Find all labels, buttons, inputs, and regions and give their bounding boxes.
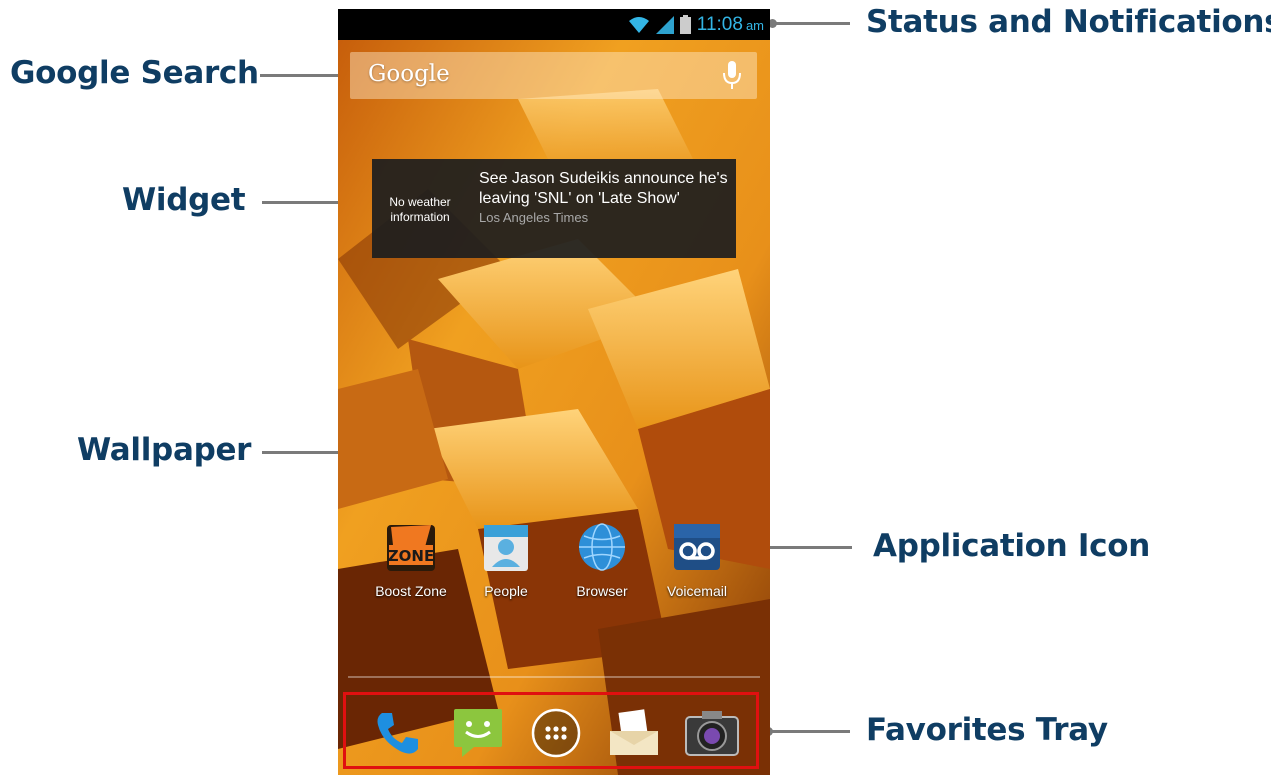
messaging-icon [454, 709, 502, 757]
email-icon [610, 709, 658, 755]
phone-icon [377, 713, 418, 754]
app-drawer-icon [531, 708, 581, 758]
callout-wallpaper: Wallpaper [77, 432, 252, 468]
favorites-tray [343, 692, 759, 769]
status-clock: 11:08 am [697, 14, 764, 36]
camera-icon [685, 711, 739, 756]
widget-source: Los Angeles Times [479, 210, 589, 225]
status-bar[interactable]: 11:08 am [338, 9, 770, 40]
google-search-label: Google [368, 61, 450, 87]
people-icon [484, 525, 528, 571]
browser-icon [579, 523, 625, 571]
app-boost-zone[interactable]: ZONE Boost Zone [363, 521, 459, 599]
callout-line-favorites [768, 730, 850, 733]
app-label-voicemail: Voicemail [667, 583, 727, 599]
news-weather-widget[interactable]: No weather information See Jason Sudeiki… [372, 159, 736, 258]
wallpaper [338, 9, 770, 775]
app-voicemail[interactable]: Voicemail [649, 521, 745, 599]
voicemail-icon [674, 524, 720, 570]
wifi-icon [628, 16, 649, 33]
callout-app-icon: Application Icon [873, 528, 1151, 564]
app-label-people: People [484, 583, 528, 599]
tray-divider [348, 676, 760, 678]
boost-zone-icon: ZONE [387, 525, 435, 571]
app-label-boost-zone: Boost Zone [375, 583, 447, 599]
svg-text:ZONE: ZONE [388, 547, 434, 565]
signal-icon [655, 15, 674, 34]
battery-icon [679, 15, 691, 34]
widget-headline: See Jason Sudeikis announce he's leaving… [479, 170, 728, 207]
tray-phone[interactable] [372, 707, 424, 764]
widget-weather-text: No weather information [389, 195, 451, 224]
google-search-bar[interactable]: Google [350, 52, 757, 99]
clock-ampm: am [745, 17, 764, 33]
callout-line-status [772, 22, 850, 25]
callout-google-search: Google Search [10, 55, 259, 91]
app-browser[interactable]: Browser [554, 521, 650, 599]
callout-status: Status and Notifications [866, 4, 1271, 40]
phone-home-screen: 11:08 am Google No weather information Se… [338, 9, 770, 775]
tray-messaging[interactable] [452, 707, 504, 764]
tray-app-drawer[interactable] [530, 707, 582, 764]
tray-camera[interactable] [684, 707, 740, 764]
app-label-browser: Browser [576, 583, 628, 599]
app-people[interactable]: People [458, 521, 554, 599]
clock-time: 11:08 [696, 13, 743, 35]
callout-favorites: Favorites Tray [866, 712, 1108, 748]
mic-icon[interactable] [723, 61, 741, 91]
callout-widget: Widget [122, 182, 246, 218]
tray-email[interactable] [608, 707, 660, 764]
